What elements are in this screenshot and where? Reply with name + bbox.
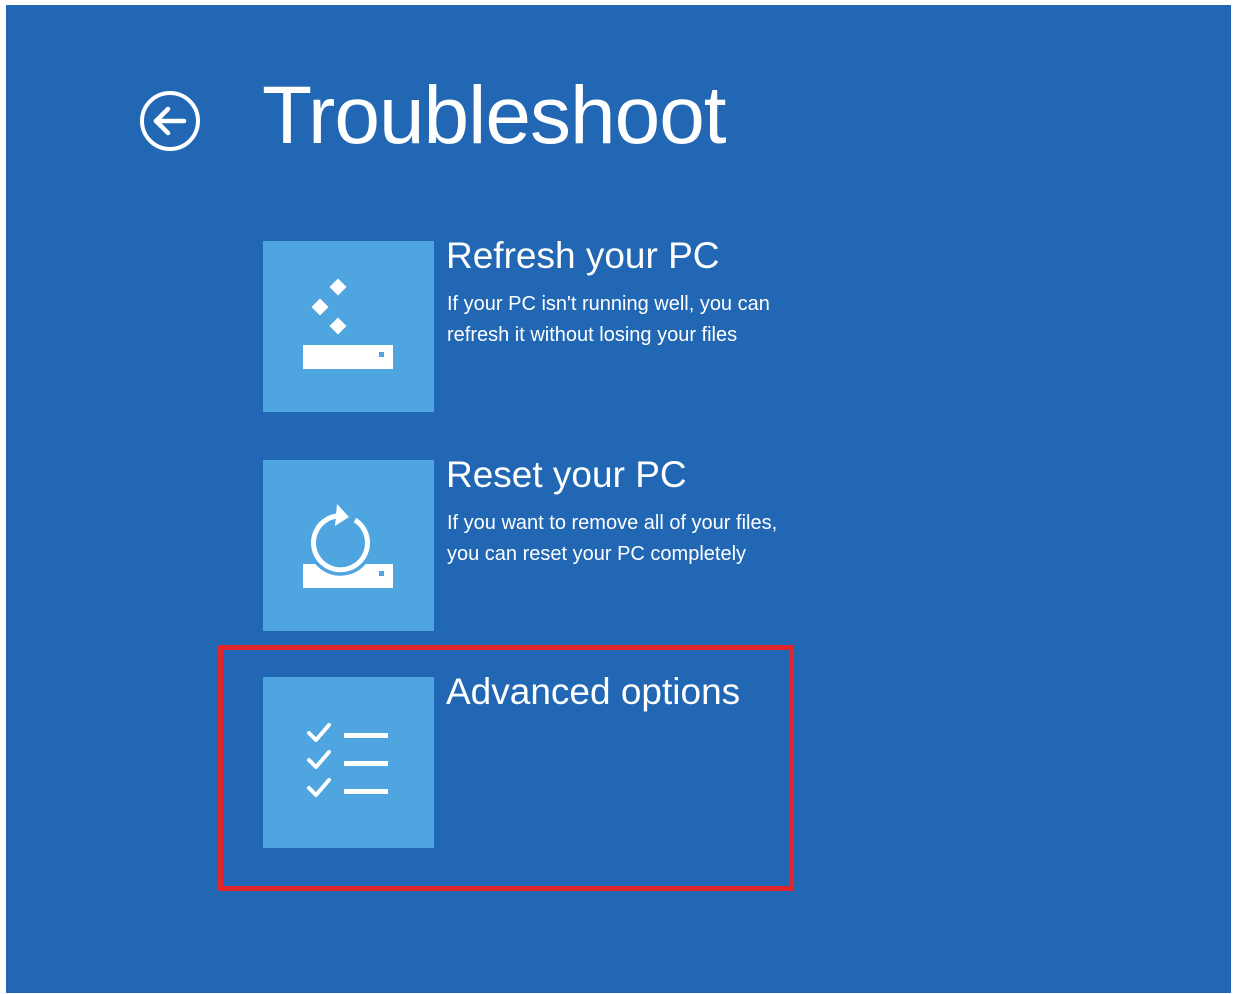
option-tile — [263, 677, 434, 848]
option-description: If you want to remove all of your files,… — [447, 508, 847, 570]
page-title: Troubleshoot — [262, 70, 727, 161]
option-advanced-options[interactable]: Advanced options — [263, 671, 843, 849]
option-title: Reset your PC — [446, 454, 687, 495]
option-title: Refresh your PC — [446, 235, 720, 276]
reset-pc-icon — [303, 504, 393, 588]
option-description: If your PC isn't running well, you can r… — [447, 289, 847, 351]
back-button[interactable] — [138, 89, 202, 153]
option-reset-pc[interactable]: Reset your PC If you want to remove all … — [263, 454, 843, 632]
option-refresh-pc[interactable]: Refresh your PC If your PC isn't running… — [263, 235, 843, 413]
option-tile — [263, 241, 434, 412]
option-description-line: If your PC isn't running well, you can — [447, 293, 770, 315]
option-tile — [263, 460, 434, 631]
back-arrow-circle-icon — [140, 91, 200, 151]
option-description-line: you can reset your PC completely — [447, 543, 747, 565]
checklist-icon — [307, 723, 388, 797]
refresh-pc-icon — [303, 278, 393, 369]
troubleshoot-screen: Troubleshoot Refresh your PC If your PC … — [6, 5, 1231, 993]
option-description-line: refresh it without losing your files — [447, 324, 738, 346]
option-description-line: If you want to remove all of your files, — [447, 512, 778, 534]
option-title: Advanced options — [446, 671, 741, 712]
